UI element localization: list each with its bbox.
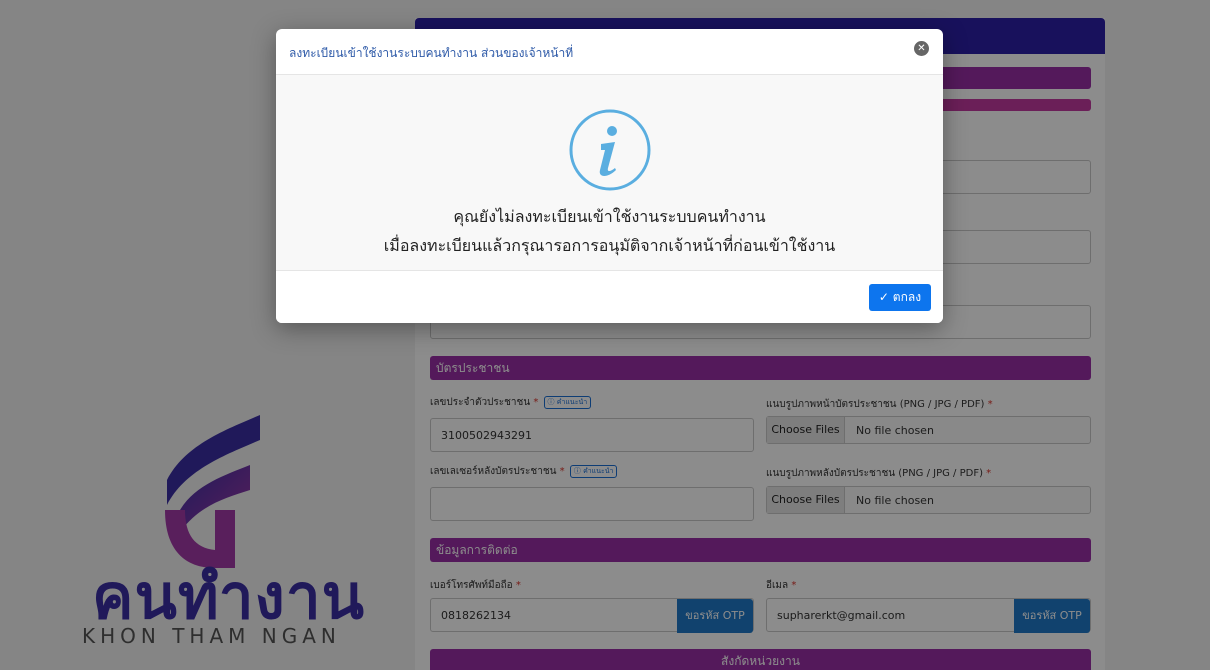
dialog-header: ลงทะเบียนเข้าใช้งานระบบคนทำงาน ส่วนของเจ… <box>276 29 943 75</box>
dialog-message-line1: คุณยังไม่ลงทะเบียนเข้าใช้งานระบบคนทำงาน <box>453 207 766 226</box>
info-dialog: ลงทะเบียนเข้าใช้งานระบบคนทำงาน ส่วนของเจ… <box>276 29 943 323</box>
dialog-message-line2: เมื่อลงทะเบียนแล้วกรุณารอการอนุมัติจากเจ… <box>383 236 836 255</box>
close-icon[interactable]: ✕ <box>914 41 929 56</box>
dialog-title: ลงทะเบียนเข้าใช้งานระบบคนทำงาน ส่วนของเจ… <box>289 46 574 60</box>
dialog-footer: ✓ ตกลง <box>276 271 943 323</box>
info-icon <box>569 109 651 191</box>
dialog-body: คุณยังไม่ลงทะเบียนเข้าใช้งานระบบคนทำงาน … <box>276 75 943 271</box>
ok-button[interactable]: ✓ ตกลง <box>869 284 931 311</box>
